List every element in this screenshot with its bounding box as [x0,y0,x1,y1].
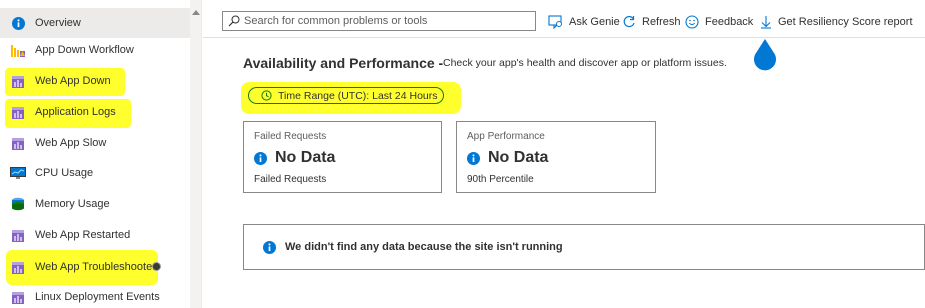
smiley-icon [685,15,699,29]
card-value: No Data [467,149,548,167]
card-value-text: No Data [488,149,549,166]
info-icon [254,151,267,165]
refresh-icon [623,15,635,28]
droplet-icon [754,39,776,71]
notice-text: We didn't find any data because the site… [285,241,563,253]
card-title: Failed Requests [254,131,327,142]
sidebar: Overview App Down Workflow Web App Down … [0,0,202,308]
search-icon [228,15,240,27]
sidebar-item-application-logs[interactable]: Application Logs [0,97,190,127]
web-app-icon [10,227,26,243]
sidebar-item-label: CPU Usage [35,167,94,179]
sidebar-item-memory-usage[interactable]: Memory Usage [0,189,190,219]
scroll-up-arrow-icon[interactable] [192,10,200,15]
sidebar-item-overview[interactable]: Overview [0,8,190,38]
sidebar-item-web-app-down[interactable]: Web App Down [0,66,190,96]
resiliency-report-button[interactable]: Get Resiliency Score report [760,13,913,31]
web-app-icon [10,73,26,89]
sidebar-item-label: Web App Troubleshooter [35,261,156,273]
sidebar-scrollbar[interactable] [190,0,201,308]
ask-genie-label: Ask Genie [569,16,620,28]
card-title: App Performance [467,131,545,142]
page-title: Availability and Performance - [243,55,444,71]
web-app-icon [10,259,26,275]
resiliency-label: Get Resiliency Score report [778,16,913,28]
clock-icon [261,90,272,101]
web-app-icon [10,289,26,305]
ask-genie-button[interactable]: Ask Genie [548,13,620,31]
failed-requests-card[interactable]: Failed Requests No Data Failed Requests [243,121,442,193]
sidebar-item-label: Web App Restarted [35,229,131,241]
web-app-icon [10,135,26,151]
info-icon [263,240,276,254]
database-icon [10,196,26,212]
info-icon [467,151,480,165]
sidebar-item-cpu-usage[interactable]: CPU Usage [0,158,190,188]
feedback-button[interactable]: Feedback [685,13,753,31]
sidebar-item-app-down-workflow[interactable]: App Down Workflow [0,35,190,65]
workflow-icon [10,42,26,58]
status-dot-icon [152,262,161,271]
app-performance-card[interactable]: App Performance No Data 90th Percentile [456,121,656,193]
toolbar: Ask Genie Refresh Feedback Get Resilienc… [203,0,925,38]
time-range-label: Time Range (UTC): Last 24 Hours [278,89,438,102]
card-subtitle: Failed Requests [254,174,327,185]
page-description: Check your app's health and discover app… [443,57,727,69]
sidebar-item-linux-deployment-events[interactable]: Linux Deployment Events [0,282,190,308]
web-app-icon [10,104,26,120]
genie-icon [548,15,562,29]
sidebar-item-web-app-slow[interactable]: Web App Slow [0,128,190,158]
feedback-label: Feedback [705,16,754,28]
search-input[interactable] [244,15,534,27]
download-icon [761,16,771,29]
sidebar-item-label: App Down Workflow [35,44,134,56]
refresh-label: Refresh [642,16,681,28]
time-range-button[interactable]: Time Range (UTC): Last 24 Hours [248,87,444,104]
refresh-button[interactable]: Refresh [622,13,681,31]
info-icon [10,15,26,31]
sidebar-item-label: Web App Down [35,75,111,87]
sidebar-item-label: Web App Slow [35,137,107,149]
card-value: No Data [254,149,335,167]
monitor-icon [10,165,26,181]
no-data-notice: We didn't find any data because the site… [243,224,925,270]
sidebar-item-web-app-troubleshooter[interactable]: Web App Troubleshooter [0,252,190,282]
sidebar-item-label: Memory Usage [35,198,110,210]
search-box[interactable] [222,11,536,31]
card-subtitle: 90th Percentile [467,174,534,185]
sidebar-item-web-app-restarted[interactable]: Web App Restarted [0,220,190,250]
sidebar-item-label: Linux Deployment Events [35,291,160,303]
card-value-text: No Data [275,149,336,166]
sidebar-item-label: Overview [35,17,81,29]
sidebar-item-label: Application Logs [35,106,116,118]
